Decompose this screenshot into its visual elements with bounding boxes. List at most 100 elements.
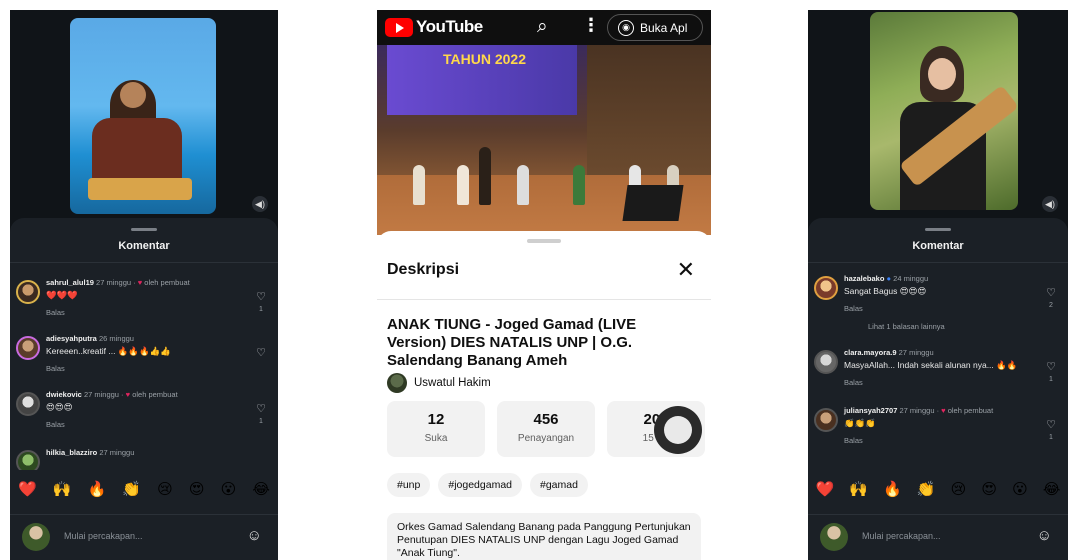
my-avatar (22, 523, 50, 551)
speaker-icon[interactable]: ◀) (252, 196, 268, 212)
emoji-button[interactable]: ❤️ (18, 480, 37, 498)
emoji-reaction-bar: ❤️ 🙌 🔥 👏 😢 😍 😮 😂 (808, 480, 1068, 498)
comment-username[interactable]: juliansyah2707 (844, 406, 897, 415)
heart-icon: ♥ (137, 278, 143, 287)
verified-badge-icon: ● (886, 274, 892, 283)
youtube-mobile: YouTube ⌕ ⋮ ◉ Buka Apl TAHUN 2022 Deskri… (377, 10, 711, 560)
reply-button[interactable]: Balas (46, 364, 244, 373)
channel-avatar[interactable] (387, 373, 407, 393)
reply-button[interactable]: Balas (46, 420, 244, 429)
like-heart-icon[interactable]: ♡ 1 (254, 290, 268, 313)
sheet-drag-handle[interactable] (925, 228, 951, 231)
description-sheet: Deskripsi ✕ ANAK TIUNG - Joged Gamad (LI… (377, 231, 711, 560)
emoji-button[interactable]: ❤️ (816, 480, 835, 498)
emoji-button[interactable]: 😂 (252, 480, 270, 498)
emoji-button[interactable]: 😍 (189, 480, 205, 498)
avatar[interactable] (814, 276, 838, 300)
emoji-button[interactable]: 😂 (1043, 480, 1061, 498)
comment-input[interactable]: Mulai percakapan... (862, 531, 941, 541)
comment-item: sahrul_alul19 27 minggu · ♥ oleh pembuat… (16, 278, 268, 330)
comment-time: 27 minggu (99, 448, 135, 457)
reply-button[interactable]: Balas (844, 378, 1034, 387)
avatar[interactable] (16, 392, 40, 416)
comment-time: 27 minggu (898, 348, 934, 357)
reply-button[interactable]: Balas (844, 436, 1034, 445)
comment-item: clara.mayora.9 27 minggu MasyaAllah... I… (814, 348, 1058, 400)
like-heart-icon[interactable]: ♡ 1 (1044, 360, 1058, 383)
banner-year-text: TAHUN 2022 (443, 51, 526, 67)
my-avatar (820, 523, 848, 551)
description-text: Orkes Gamad Salendang Banang pada Panggu… (387, 513, 701, 560)
emoji-button[interactable]: 🙌 (53, 480, 72, 498)
emoji-button[interactable]: 👏 (917, 480, 936, 498)
event-banner: TAHUN 2022 (387, 45, 577, 115)
more-options-icon[interactable]: ⋮ (582, 15, 600, 36)
like-heart-icon[interactable]: ♡ 1 (254, 402, 268, 425)
reel-video-thumbnail[interactable] (870, 12, 1018, 210)
speaker-icon[interactable]: ◀) (1042, 196, 1058, 212)
emoji-button[interactable]: 👏 (122, 480, 141, 498)
like-heart-icon[interactable]: ♡ 2 (1044, 286, 1058, 309)
hashtag-chip[interactable]: #jogedgamad (438, 473, 522, 497)
emoji-button[interactable]: 😢 (157, 480, 173, 498)
sheet-drag-handle[interactable] (131, 228, 157, 231)
like-heart-icon[interactable]: ♡ (254, 346, 268, 359)
open-app-button[interactable]: ◉ Buka Apl (607, 14, 703, 41)
emoji-button[interactable]: 😢 (951, 480, 967, 498)
avatar[interactable] (16, 280, 40, 304)
comment-text: 👏👏👏 (844, 418, 876, 428)
emoji-button[interactable]: 🔥 (88, 480, 107, 498)
like-count: 1 (1049, 434, 1053, 441)
comment-username[interactable]: adiesyahputra (46, 334, 97, 343)
hashtag-chip[interactable]: #unp (387, 473, 431, 497)
description-heading: Deskripsi (387, 261, 460, 278)
video-player[interactable]: TAHUN 2022 (377, 45, 711, 235)
emoji-button[interactable]: 🙌 (849, 480, 868, 498)
instagram-reel-left: ◀) Komentar sahrul_alul19 27 minggu · ♥ … (10, 10, 278, 560)
reply-button[interactable]: Balas (46, 308, 244, 317)
stat-likes: 12 Suka (387, 401, 485, 457)
comment-composer: Mulai percakapan... ☺ (10, 514, 278, 560)
avatar[interactable] (814, 408, 838, 432)
avatar[interactable] (16, 336, 40, 360)
comment-text: ❤️❤️❤️ (46, 290, 78, 300)
close-icon[interactable]: ✕ (677, 257, 695, 283)
reel-video-thumbnail[interactable] (70, 18, 216, 214)
like-heart-icon[interactable]: ♡ 1 (1044, 418, 1058, 441)
avatar[interactable] (16, 450, 40, 470)
open-app-label: Buka Apl (640, 20, 688, 35)
comment-item: hilkia_blazziro 27 minggu (16, 448, 268, 470)
heart-icon: ♥ (125, 390, 131, 399)
sticker-icon[interactable]: ☺ (247, 527, 262, 544)
comment-username[interactable]: sahrul_alul19 (46, 278, 94, 287)
hashtag-chip[interactable]: #gamad (530, 473, 588, 497)
reply-button[interactable]: Balas (844, 304, 1034, 313)
youtube-logo[interactable]: YouTube (385, 17, 483, 37)
comment-text: Sangat Bagus 😍😍😍 (844, 286, 927, 296)
sticker-icon[interactable]: ☺ (1037, 527, 1052, 544)
comment-username[interactable]: hilkia_blazziro (46, 448, 97, 457)
youtube-wordmark: YouTube (416, 17, 483, 36)
emoji-button[interactable]: 😮 (221, 480, 237, 498)
sheet-drag-handle[interactable] (527, 239, 561, 243)
channel-name[interactable]: Uswatul Hakim (414, 377, 491, 389)
comment-username[interactable]: dwiekovic (46, 390, 82, 399)
channel-row[interactable]: Uswatul Hakim (387, 373, 491, 393)
like-count: 2 (1049, 302, 1053, 309)
account-icon: ◉ (618, 19, 634, 36)
comment-username[interactable]: hazalebako (844, 274, 884, 283)
comment-username[interactable]: clara.mayora.9 (844, 348, 897, 357)
creator-like-label: oleh pembuat (132, 390, 178, 399)
search-icon[interactable]: ⌕ (537, 16, 548, 38)
view-more-replies-link[interactable]: Lihat 1 balasan lainnya (868, 322, 945, 331)
comment-time: 26 minggu (98, 334, 134, 343)
emoji-button[interactable]: 😮 (1012, 480, 1028, 498)
emoji-reaction-bar: ❤️ 🙌 🔥 👏 😢 😍 😮 😂 (10, 480, 278, 498)
comment-composer: Mulai percakapan... ☺ (808, 514, 1068, 560)
avatar[interactable] (814, 350, 838, 374)
youtube-play-icon (385, 17, 413, 37)
emoji-button[interactable]: 😍 (981, 480, 997, 498)
emoji-button[interactable]: 🔥 (883, 480, 902, 498)
comment-item: adiesyahputra 26 minggu Kereeen..kreatif… (16, 334, 268, 386)
comment-input[interactable]: Mulai percakapan... (64, 531, 143, 541)
